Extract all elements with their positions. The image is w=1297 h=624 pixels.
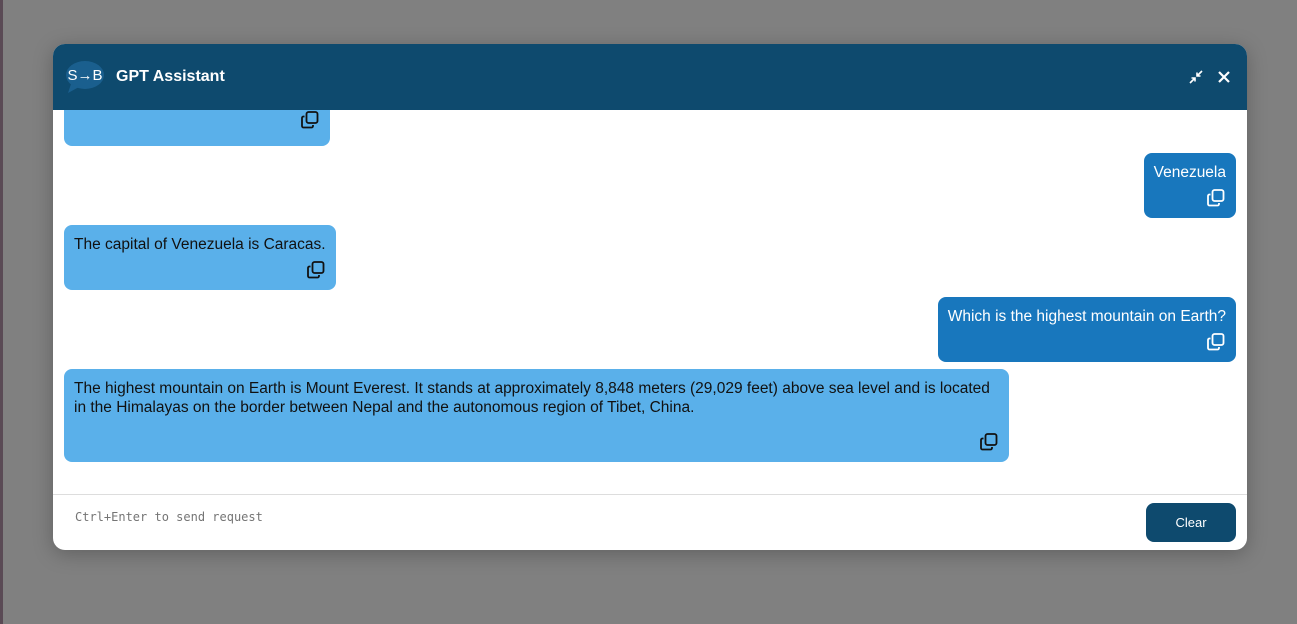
assistant-message: The highest mountain on Earth is Mount E… xyxy=(64,369,1009,462)
collapse-icon xyxy=(1189,70,1203,84)
copy-icon xyxy=(306,260,326,280)
message-text: The highest mountain on Earth is Mount E… xyxy=(74,380,990,416)
close-icon xyxy=(1218,71,1230,83)
prompt-input[interactable] xyxy=(73,509,977,525)
user-message: Venezuela xyxy=(1143,153,1236,218)
copy-button[interactable] xyxy=(74,432,999,452)
clear-button[interactable]: Clear xyxy=(1146,503,1236,542)
close-button[interactable] xyxy=(1214,67,1234,87)
copy-button[interactable] xyxy=(1154,188,1226,208)
copy-button[interactable] xyxy=(74,260,326,280)
assistant-message: The capital of Venezuela is Caracas. xyxy=(64,225,336,290)
logo-icon: S→B xyxy=(65,60,105,94)
dialog-footer: Clear xyxy=(53,494,1247,550)
chat-history[interactable]: Venezuela The capital of Venezuela is Car… xyxy=(53,110,1247,494)
copy-button[interactable] xyxy=(948,332,1226,352)
message-text: Venezuela xyxy=(1153,164,1226,181)
copy-icon xyxy=(300,110,320,130)
user-message: Which is the highest mountain on Earth? xyxy=(937,297,1236,362)
minimize-button[interactable] xyxy=(1186,67,1206,87)
message-text: The capital of Venezuela is Caracas. xyxy=(74,236,326,253)
gpt-assistant-dialog: S→B GPT Assistant Venezuela The capital o… xyxy=(53,44,1247,550)
copy-button[interactable] xyxy=(74,110,320,130)
message-text: Which is the highest mountain on Earth? xyxy=(947,308,1226,325)
copy-icon xyxy=(1206,332,1226,352)
background-edge xyxy=(0,0,3,624)
dialog-title: GPT Assistant xyxy=(116,68,225,85)
copy-icon xyxy=(1206,188,1226,208)
svg-text:S→B: S→B xyxy=(67,67,102,84)
assistant-message xyxy=(64,110,330,146)
dialog-header: S→B GPT Assistant xyxy=(53,44,1247,110)
copy-icon xyxy=(979,432,999,452)
